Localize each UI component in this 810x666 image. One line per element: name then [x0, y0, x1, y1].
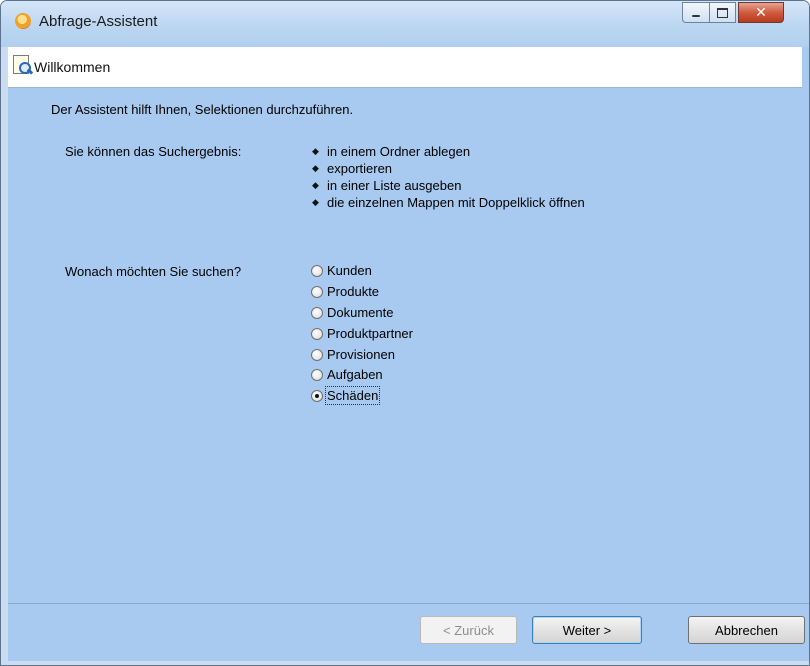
radio-schaeden[interactable]: [311, 390, 323, 402]
result-label: Sie können das Suchergebnis:: [65, 144, 242, 159]
cancel-button[interactable]: Abbrechen: [688, 616, 805, 644]
wizard-window: Abfrage-Assistent ✕ Willkommen Der Assis…: [0, 0, 810, 666]
maximize-icon: [717, 7, 728, 18]
result-item: in einer Liste ausgeben: [327, 178, 462, 193]
radio-label-schaeden[interactable]: Schäden: [324, 386, 381, 405]
radio-label-dokumente[interactable]: Dokumente: [327, 305, 393, 320]
radio-provisionen[interactable]: [311, 349, 323, 361]
radio-label-provisionen[interactable]: Provisionen: [327, 347, 395, 362]
app-icon: [15, 13, 31, 29]
next-button[interactable]: Weiter >: [532, 616, 642, 644]
page-title: Willkommen: [34, 59, 111, 75]
bullet-icon: ◆: [312, 197, 319, 207]
search-label: Wonach möchten Sie suchen?: [65, 264, 242, 279]
title-bar[interactable]: Abfrage-Assistent ✕: [1, 1, 809, 47]
radio-kunden[interactable]: [311, 265, 323, 277]
close-icon: ✕: [755, 4, 767, 21]
radio-label-produkte[interactable]: Produkte: [327, 284, 379, 299]
radio-label-kunden[interactable]: Kunden: [327, 263, 372, 278]
result-item: in einem Ordner ablegen: [327, 144, 471, 159]
radio-label-produktpartner[interactable]: Produktpartner: [327, 326, 413, 341]
result-item: exportieren: [327, 161, 393, 176]
intro-text: Der Assistent hilft Ihnen, Selektionen d…: [51, 102, 354, 117]
radio-label-aufgaben[interactable]: Aufgaben: [327, 367, 383, 382]
radio-dokumente[interactable]: [311, 307, 323, 319]
minimize-icon: [692, 14, 700, 17]
page-header: Willkommen: [8, 47, 802, 88]
radio-aufgaben[interactable]: [311, 369, 323, 381]
minimize-button[interactable]: [682, 2, 709, 23]
bullet-icon: ◆: [312, 146, 319, 156]
radio-produktpartner[interactable]: [311, 328, 323, 340]
document-search-icon: [13, 55, 34, 75]
button-bar: < Zurück Weiter > Abbrechen: [8, 606, 809, 661]
bullet-icon: ◆: [312, 180, 319, 190]
wizard-content: Willkommen Der Assistent hilft Ihnen, Se…: [8, 47, 809, 635]
bullet-icon: ◆: [312, 163, 319, 173]
result-item: die einzelnen Mappen mit Doppelklick öff…: [327, 195, 585, 210]
radio-produkte[interactable]: [311, 286, 323, 298]
maximize-button[interactable]: [709, 2, 736, 23]
window-title: Abfrage-Assistent: [39, 13, 158, 30]
back-button[interactable]: < Zurück: [420, 616, 517, 644]
close-button[interactable]: ✕: [738, 2, 784, 23]
